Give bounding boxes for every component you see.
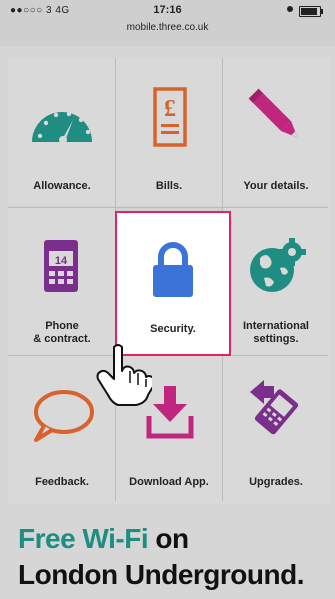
phone-screen: ●●○○○ 3 4G 17:16 mobile.three.co.uk Allo… [0, 0, 335, 599]
battery-icon [299, 6, 323, 17]
promo-banner[interactable]: Free Wi-Fi on London Underground. [0, 505, 335, 599]
calendar-day: 14 [55, 255, 68, 267]
tile-allowance[interactable]: Allowance. [8, 58, 116, 206]
clock: 17:16 [153, 4, 182, 16]
phone-calendar-icon: 14 [44, 240, 78, 292]
speedometer-icon [32, 111, 92, 144]
tile-label: Bills. [155, 180, 183, 192]
phone-upgrade-icon [250, 380, 299, 435]
tile-upgrades[interactable]: Upgrades. [222, 356, 330, 504]
download-icon [146, 386, 194, 439]
banner-line2: London Underground. [18, 559, 305, 590]
hand-pointer-icon [96, 344, 152, 406]
banner-line1: Free Wi-Fi on [18, 523, 189, 555]
tile-label: Your details. [243, 180, 309, 192]
tile-label-line2: settings. [253, 333, 299, 345]
tile-label: Allowance. [33, 180, 91, 192]
tile-label-line1: Phone [45, 320, 79, 332]
tile-label: Security. [150, 323, 196, 335]
tile-bills[interactable]: £ Bills. [115, 58, 223, 206]
banner-highlight: Free Wi-Fi [18, 523, 149, 554]
padlock-icon [153, 242, 193, 297]
rotation-lock-icon [287, 6, 293, 12]
tile-international-settings[interactable]: International settings. [222, 208, 330, 356]
grid-divider [8, 207, 328, 208]
banner-line1-suffix: on [148, 523, 189, 554]
tile-label: Upgrades. [249, 476, 303, 488]
tile-label: International settings. [222, 320, 330, 346]
tile-label-line1: International [242, 320, 309, 332]
address-bar-url[interactable]: mobile.three.co.uk [0, 22, 335, 33]
tile-your-details[interactable]: Your details. [222, 58, 330, 206]
status-bar: ●●○○○ 3 4G 17:16 mobile.three.co.uk [0, 0, 335, 46]
tile-label: Feedback. [35, 476, 89, 488]
tile-security[interactable]: Security. [115, 211, 231, 356]
bill-pound-icon: £ [153, 87, 187, 147]
pencil-icon [248, 88, 298, 138]
speech-bubble-icon [34, 390, 94, 442]
tile-phone-contract[interactable]: 14 Phone & contract. [8, 208, 116, 356]
globe-gear-icon [250, 238, 306, 292]
svg-text:£: £ [164, 96, 176, 122]
tile-label: Download App. [129, 476, 209, 488]
